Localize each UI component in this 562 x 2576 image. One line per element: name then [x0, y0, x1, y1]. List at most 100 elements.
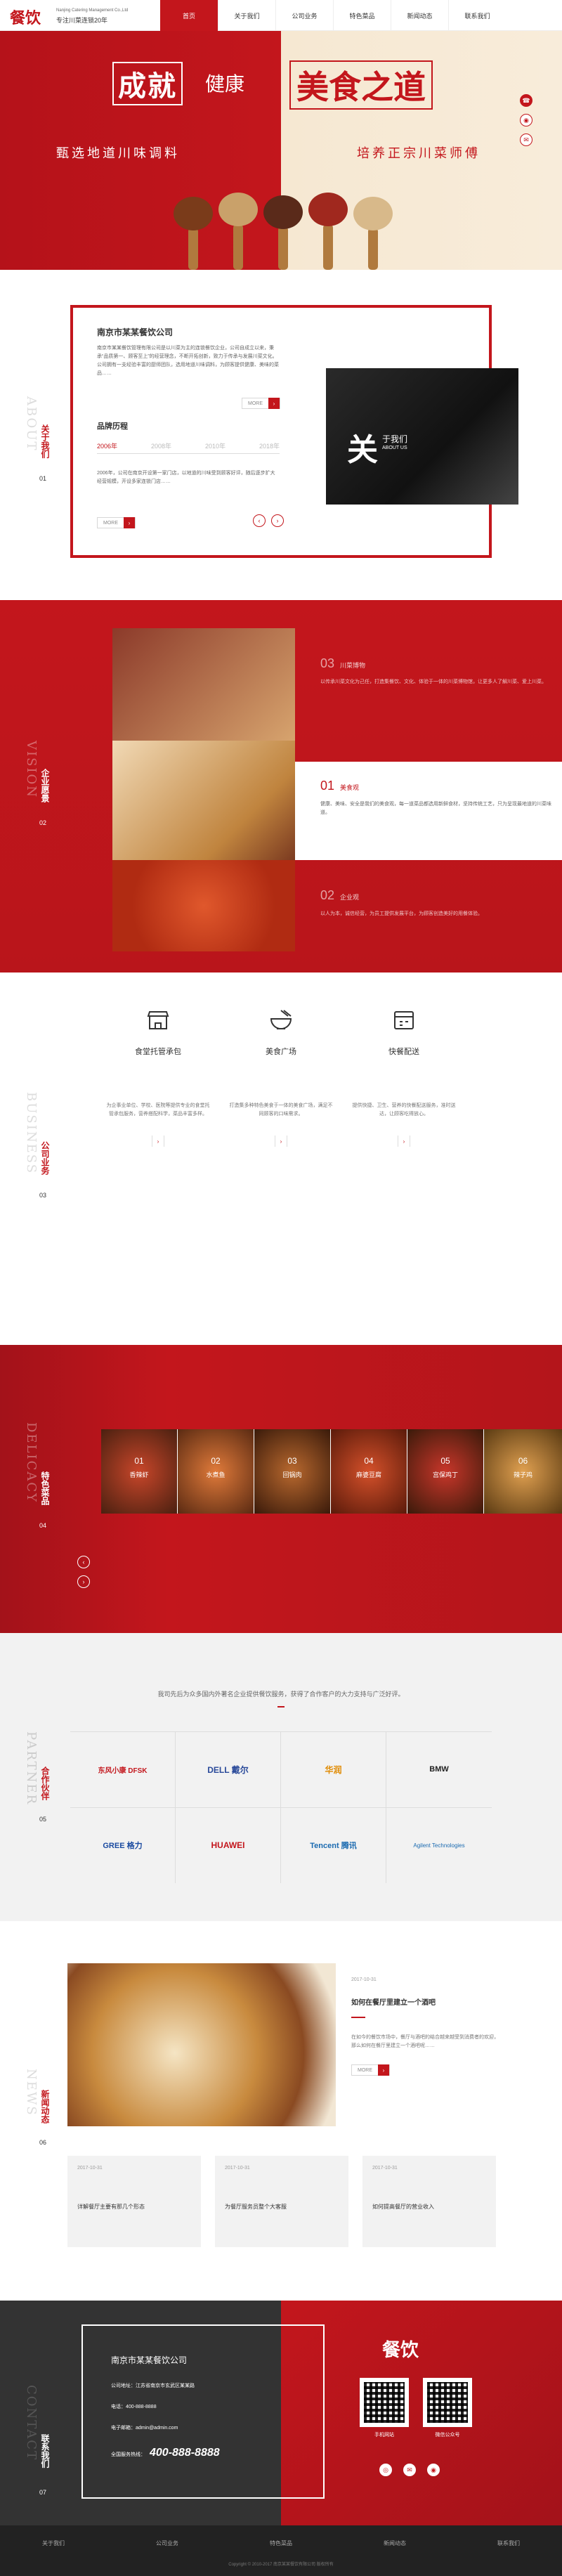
contact-logo: 餐饮 [382, 2340, 419, 2361]
business-item[interactable]: 快餐配送 提供快捷、卫生、营养的快餐配送服务，准时送达，让顾客吃得放心。 › [351, 1008, 457, 1147]
contact-email: 电子邮箱：admin@admin.com [111, 2426, 178, 2431]
storefront-icon [145, 1008, 171, 1033]
year-item[interactable]: 2006年 [97, 441, 117, 450]
news-text: 在如今的餐饮市场中，餐厅与酒吧的结合越来越受到消费者的欢迎，那么如何在餐厅里建立… [351, 2035, 499, 2048]
partner-logo[interactable]: DELL 戴尔 [176, 1732, 281, 1808]
side-cn: 关于我们 [40, 424, 50, 458]
about-more-button[interactable]: MORE › [242, 398, 280, 409]
banner-title-c: 美食之道 [289, 60, 433, 110]
partner-divider [277, 1706, 285, 1707]
about-company: 南京市某某餐饮公司 [97, 327, 174, 337]
year-item[interactable]: 2018年 [259, 441, 280, 450]
news-more-button[interactable]: MORE › [351, 2064, 390, 2076]
partner-logo[interactable]: GREE 格力 [70, 1807, 176, 1883]
weibo-icon[interactable]: ◎ [379, 2464, 392, 2476]
next-arrow-icon[interactable]: › [271, 514, 284, 527]
qq-icon[interactable]: ◉ [427, 2464, 440, 2476]
side-num: 04 [39, 1522, 47, 1529]
side-num: 05 [39, 1816, 47, 1823]
footer-link[interactable]: 联系我们 [497, 2539, 520, 2547]
nav-home[interactable]: 首页 [160, 0, 218, 31]
side-en: ABOUT [24, 396, 39, 452]
wechat-icon[interactable]: ✉ [520, 134, 532, 146]
news-date: 2017-10-31 [372, 2166, 398, 2171]
dish-name: 辣子鸡 [513, 1471, 532, 1478]
dish-num: 05 [440, 1456, 450, 1466]
prev-arrow-icon[interactable]: ‹ [253, 514, 266, 527]
side-en: VISION [24, 741, 39, 799]
wechat-icon[interactable]: ✉ [403, 2464, 416, 2476]
side-cn: 公司业务 [40, 1141, 50, 1175]
news-featured: 2017-10-31 如何在餐厅里建立一个酒吧 在如今的餐饮市场中，餐厅与酒吧的… [351, 1977, 499, 2076]
side-cn: 新闻动态 [40, 2090, 50, 2123]
partner-logo[interactable]: 东风小康 DFSK [70, 1732, 176, 1808]
next-arrow-icon[interactable]: › [77, 1575, 90, 1588]
history-text: 2006年，公司在南京开设第一家门店，以地道的川味受到顾客好评，随后逐步扩大经营… [97, 471, 275, 484]
contact-side-label: CONTACT 联系我们 07 [24, 2385, 52, 2511]
business-arrow-button[interactable]: › [398, 1136, 410, 1147]
business-arrow-button[interactable]: › [275, 1136, 287, 1147]
dish-card[interactable]: 06 辣子鸡 [484, 1429, 562, 1514]
dish-name: 水煮鱼 [206, 1471, 226, 1478]
history-more-button[interactable]: MORE › [97, 517, 136, 528]
contact-hotline: 全国服务热线： 400-888-8888 [111, 2447, 220, 2459]
business-arrow-button[interactable]: › [152, 1136, 164, 1147]
news-title[interactable]: 如何在餐厅里建立一个酒吧 [351, 1996, 499, 2007]
qr-label: 微信公众号 [435, 2433, 460, 2438]
dish-card[interactable]: 04 麻婆豆腐 [331, 1429, 407, 1514]
partner-logo[interactable]: 华润 [281, 1732, 386, 1808]
footer-nav: 关于我们 公司业务 特色菜品 新闻动态 联系我们 [42, 2539, 520, 2547]
year-item[interactable]: 2008年 [151, 441, 171, 450]
business-item[interactable]: 食堂托管承包 为企事业单位、学校、医院等提供专业的食堂托管承包服务，营养搭配科学… [105, 1008, 211, 1147]
vision-text: 以人为本，诚信经营，为员工提供发展平台，为顾客创造美好的用餐体验。 [320, 911, 483, 916]
nav-about[interactable]: 关于我们 [218, 0, 275, 31]
dish-card[interactable]: 02 水煮鱼 [178, 1429, 254, 1514]
business-title: 快餐配送 [388, 1048, 419, 1056]
dish-card[interactable]: 05 宫保鸡丁 [407, 1429, 484, 1514]
side-num: 01 [39, 475, 47, 482]
partner-logo[interactable]: Agilent Technologies [386, 1808, 492, 1884]
news-card[interactable]: 2017-10-31 为餐厅服务员整个大客服 [215, 2156, 348, 2247]
spoons-image [169, 186, 393, 270]
contact-address: 公司地址：江苏省南京市玄武区某某路 [111, 2383, 195, 2388]
dish-name: 宫保鸡丁 [432, 1471, 458, 1478]
year-item[interactable]: 2010年 [205, 441, 226, 450]
vision-item: 03 川菜博物 以传承川菜文化为己任，打造集餐饮、文化、体验于一体的川菜博物馆，让… [320, 656, 552, 687]
news-featured-image[interactable] [67, 1963, 336, 2126]
vision-num: 02 [320, 888, 335, 902]
business-item[interactable]: 美食广场 打造集多种特色美食于一体的美食广场，满足不同顾客的口味需求。 › [228, 1008, 334, 1147]
partner-section: 我司先后为众多国内外著名企业提供餐饮服务，获得了合作客户的大力支持与广泛好评。 … [0, 1633, 562, 1921]
logo[interactable]: 餐饮 [10, 6, 41, 28]
footer-link[interactable]: 特色菜品 [270, 2539, 292, 2547]
dish-card[interactable]: 01 香辣虾 [101, 1429, 178, 1514]
side-en: BUSINESS [24, 1092, 39, 1175]
footer-link[interactable]: 关于我们 [42, 2539, 65, 2547]
phone-icon[interactable]: ☎ [520, 94, 532, 107]
side-en: DELICACY [24, 1422, 39, 1504]
news-card[interactable]: 2017-10-31 详解餐厅主要有那几个形态 [67, 2156, 201, 2247]
footer-link[interactable]: 公司业务 [156, 2539, 178, 2547]
banner-right-text: 培养正宗川菜师傅 [357, 146, 481, 161]
delicacy-nav: ‹ › [77, 1556, 90, 1588]
slogan: 专注川菜连锁20年 [56, 17, 108, 24]
about-intro: 南京市某某餐饮管理有限公司是以川菜为主的连锁餐饮企业，公司自成立以来，秉承“品质… [97, 346, 279, 376]
dish-card[interactable]: 03 回锅肉 [254, 1429, 331, 1514]
dish-num: 06 [518, 1456, 528, 1466]
news-card[interactable]: 2017-10-31 如何提高餐厅的营业收入 [362, 2156, 496, 2247]
nav-business[interactable]: 公司业务 [275, 0, 333, 31]
prev-arrow-icon[interactable]: ‹ [77, 1556, 90, 1568]
business-section: BUSINESS 公司业务 03 食堂托管承包 为企事业单位、学校、医院等提供专… [0, 972, 562, 1345]
nav-contact[interactable]: 联系我们 [448, 0, 506, 31]
banner-title-a: 成就 [112, 62, 183, 105]
nav-dishes[interactable]: 特色菜品 [333, 0, 391, 31]
partner-logo[interactable]: Tencent 腾讯 [281, 1807, 386, 1883]
footer-link[interactable]: 新闻动态 [384, 2539, 406, 2547]
partner-logo[interactable]: HUAWEI [176, 1807, 281, 1883]
side-cn: 合作伙伴 [40, 1767, 50, 1800]
dish-num: 02 [211, 1456, 221, 1466]
partner-logo[interactable]: BMW [386, 1732, 492, 1808]
history-nav: ‹ › [253, 514, 284, 527]
qq-icon[interactable]: ◉ [520, 114, 532, 126]
nav-news[interactable]: 新闻动态 [391, 0, 448, 31]
contact-social: ◎ ✉ ◉ [379, 2464, 440, 2476]
